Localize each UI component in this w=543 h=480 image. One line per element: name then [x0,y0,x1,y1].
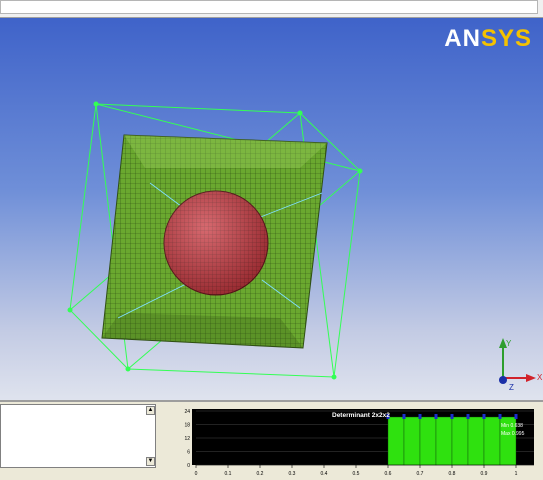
x-tick-label: 0.1 [225,471,232,477]
x-axis-label: X [537,373,543,382]
histogram-bar [451,416,469,466]
mesh-metric-histogram: 24 18 12 6 0 0 0.1 0.2 0.3 0.4 0.5 0.6 0.7 0.8 0.9 1 D… [184,409,534,477]
scroll-down-button[interactable]: ▼ [146,457,155,466]
histogram-bin-marker [514,414,518,419]
x-tick-label: 0.5 [353,471,360,477]
x-tick-label: 0 [195,471,198,477]
histogram-title: Determinant 2x2x2 [332,412,390,419]
x-tick-label: 0.3 [289,471,296,477]
y-tick-label: 18 [184,423,190,429]
ansys-logo: ANSYS [444,25,532,52]
axis-triad: Y X Z [499,338,543,392]
message-panel[interactable] [0,404,156,468]
x-tick-label: 0.4 [321,471,328,477]
y-tick-label: 6 [187,450,190,456]
graphics-viewport[interactable]: ANSYS Y X Z [0,18,543,400]
histogram-min-label: Min 0.638 [501,423,523,429]
x-tick-label: 0.7 [417,471,424,477]
y-tick-label: 24 [184,409,190,415]
top-toolbar [0,0,543,18]
mesh-view [67,101,363,380]
y-axis-label: Y [506,339,512,348]
x-tick-label: 0.8 [449,471,456,477]
histogram-bar [387,416,405,466]
sphere-shading [164,191,268,295]
histogram-bin-marker [402,414,406,419]
histogram-bin-marker [498,414,502,419]
z-axis-label: Z [509,383,514,392]
histogram-max-label: Max 0.995 [501,431,525,437]
histogram-bin-marker [450,414,454,419]
command-field[interactable] [0,0,538,14]
histogram-bar [419,416,437,466]
histogram-bin-marker [482,414,486,419]
histogram-bin-marker [466,414,470,419]
scroll-up-button[interactable]: ▲ [146,406,155,415]
y-tick-label: 12 [184,436,190,442]
x-tick-label: 0.9 [481,471,488,477]
histogram-bar [467,416,485,466]
histogram-bin-marker [418,414,422,419]
histogram-bar [403,416,421,466]
histogram-bar [483,416,501,466]
x-tick-label: 0.6 [385,471,392,477]
histogram-bin-marker [434,414,438,419]
histogram-bar [435,416,453,466]
y-tick-label: 0 [187,463,190,469]
x-tick-label: 1 [515,471,518,477]
x-tick-label: 0.2 [257,471,264,477]
